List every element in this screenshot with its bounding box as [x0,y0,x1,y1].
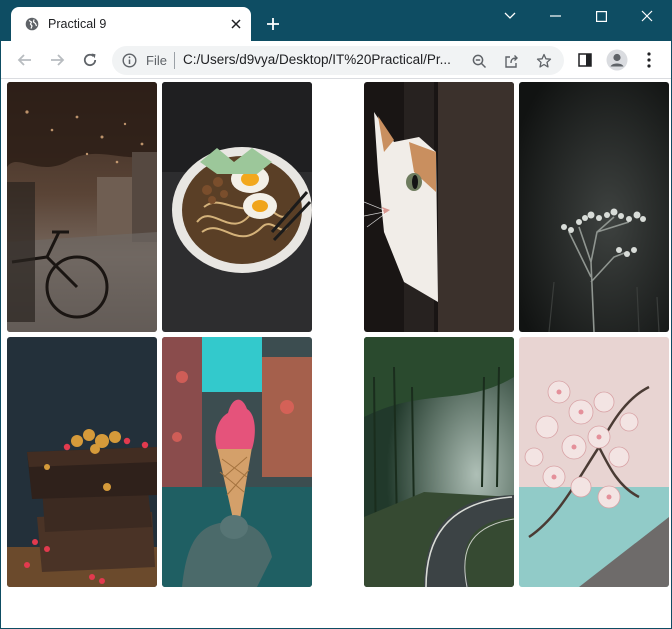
zoom-icon[interactable] [470,52,488,70]
gallery-photo-wildflower [519,82,669,332]
window-close-icon[interactable] [624,1,670,31]
scheme-label: File [146,53,167,68]
url-text[interactable]: C:/Users/d9vya/Desktop/IT%20Practical/Pr… [183,52,463,67]
close-icon[interactable] [227,15,245,33]
gallery-photo-street-bicycle [7,82,157,332]
gallery-photo-cat-peeking [364,82,514,332]
profile-icon[interactable] [605,48,629,72]
gallery-photo-ramen-bowl [162,82,312,332]
chevron-down-icon[interactable] [487,1,533,31]
tab-strip: Practical 9 [1,1,671,41]
gallery-photo-forest-road [364,337,514,587]
globe-icon [25,17,39,31]
maximize-icon[interactable] [578,1,624,31]
tab-title: Practical 9 [48,17,107,31]
kebab-menu-icon[interactable] [637,48,661,72]
forward-arrow-icon[interactable] [45,48,69,72]
minimize-icon[interactable] [532,1,578,31]
gallery-photo-chocolate-brownies [7,337,157,587]
active-tab[interactable]: Practical 9 [11,7,251,41]
page-viewport [2,80,671,628]
info-icon[interactable] [122,53,137,68]
reload-icon[interactable] [78,48,102,72]
back-arrow-icon[interactable] [13,48,37,72]
divider [174,52,175,69]
plus-icon[interactable] [263,14,283,34]
star-icon[interactable] [535,52,553,70]
toolbar: File C:/Users/d9vya/Desktop/IT%20Practic… [1,41,671,79]
address-bar[interactable]: File C:/Users/d9vya/Desktop/IT%20Practic… [112,46,564,75]
side-panel-icon[interactable] [573,48,597,72]
share-icon[interactable] [502,52,520,70]
browser-window: Practical 9 File C:/Users/d9vya/Desktop/… [0,0,672,629]
gallery-photo-ice-cream-cone [162,337,312,587]
gallery-photo-cherry-blossom [519,337,669,587]
